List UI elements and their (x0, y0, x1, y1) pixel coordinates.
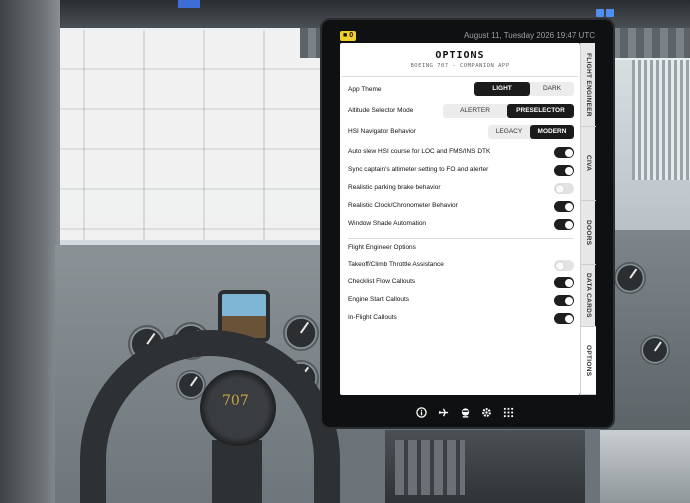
section-divider (348, 238, 574, 239)
window-shade-toggle[interactable] (554, 219, 574, 230)
clock-behavior-toggle[interactable] (554, 201, 574, 212)
option-label: Realistic Clock/Chronometer Behavior (348, 202, 458, 209)
legacy-option[interactable]: LEGACY (488, 125, 530, 139)
altitude-selector-label: Altitude Selector Mode (348, 107, 414, 114)
sync-altimeter-toggle[interactable] (554, 165, 574, 176)
checklist-callouts-toggle[interactable] (554, 277, 574, 288)
header-divider (342, 76, 578, 77)
fms-keypad[interactable] (395, 440, 465, 495)
parking-brake-toggle[interactable] (554, 183, 574, 194)
control-column (212, 440, 262, 503)
option-label: Engine Start Callouts (348, 296, 410, 303)
hsi-behavior-label: HSI Navigator Behavior (348, 128, 416, 135)
engine-start-callouts-toggle[interactable] (554, 295, 574, 306)
gauge-right-1 (614, 262, 646, 294)
theme-dark-option[interactable]: DARK (530, 82, 574, 96)
inflight-callouts-toggle[interactable] (554, 313, 574, 324)
pilot-icon[interactable] (459, 406, 472, 419)
option-label: Realistic parking brake behavior (348, 184, 441, 191)
tab-options[interactable]: OPTIONS (581, 327, 596, 395)
hsi-behavior-selector: LEGACY MODERN (488, 125, 574, 139)
option-label: Takeoff/Climb Throttle Assistance (348, 261, 444, 268)
option-label: Checklist Flow Callouts (348, 278, 416, 285)
tab-data-cards[interactable]: DATA CARDS (581, 265, 596, 327)
gear-icon[interactable] (480, 406, 493, 419)
tab-doors[interactable]: DOORS (581, 201, 596, 265)
alert-badge[interactable]: ■ 0 (340, 31, 357, 41)
alert-count: 0 (349, 32, 354, 39)
yoke-logo: 707 (222, 393, 249, 409)
option-label: Window Shade Automation (348, 220, 427, 227)
alerter-option[interactable]: ALERTER (443, 104, 507, 118)
preselector-option[interactable]: PRESELECTOR (507, 104, 574, 118)
vsi-gauge (283, 315, 319, 351)
flight-engineer-section-title: Flight Engineer Options (348, 244, 416, 251)
option-label: In-Flight Callouts (348, 314, 397, 321)
tab-civa[interactable]: CIVA (581, 127, 596, 201)
throttle-assistance-toggle[interactable] (554, 260, 574, 271)
grid-icon[interactable] (502, 406, 515, 419)
plane-icon[interactable] (437, 406, 450, 419)
throttle-quadrant[interactable] (600, 430, 690, 503)
auto-slew-hsi-toggle[interactable] (554, 147, 574, 158)
app-theme-selector: LIGHT DARK (474, 82, 574, 96)
window-frame-left (0, 0, 60, 503)
theme-light-option[interactable]: LIGHT (474, 82, 530, 96)
gauge-right-2 (640, 335, 670, 365)
side-tab-bar: FLIGHT ENGINEER CIVA DOORS DATA CARDS OP… (580, 43, 596, 395)
exterior-structure (632, 60, 690, 180)
info-icon[interactable] (415, 406, 428, 419)
date-time: August 11, Tuesday 2026 19:47 UTC (463, 31, 595, 40)
option-label: Sync captain's altimeter setting to FO a… (348, 166, 489, 173)
modern-option[interactable]: MODERN (530, 125, 574, 139)
option-label: Auto slew HSI course for LOC and FMS/INS… (348, 148, 491, 155)
instrument-panel-right (600, 230, 690, 430)
page-subtitle: BOEING 707 - COMPANION APP (410, 63, 510, 69)
tab-flight-engineer[interactable]: FLIGHT ENGINEER (581, 43, 596, 127)
tablet-status-bar: ■ 0 August 11, Tuesday 2026 19:47 UTC (338, 30, 599, 42)
bottom-nav (415, 405, 515, 419)
popout-window-icon[interactable] (596, 9, 604, 17)
page-title: OPTIONS (435, 50, 485, 61)
altitude-selector-mode: ALERTER PRESELECTOR (443, 104, 574, 118)
close-window-icon[interactable] (606, 9, 614, 17)
bell-icon: ■ (343, 32, 348, 39)
hangar-building (25, 30, 325, 240)
sim-toolbar-tab[interactable] (178, 0, 200, 8)
app-theme-label: App Theme (348, 86, 382, 93)
